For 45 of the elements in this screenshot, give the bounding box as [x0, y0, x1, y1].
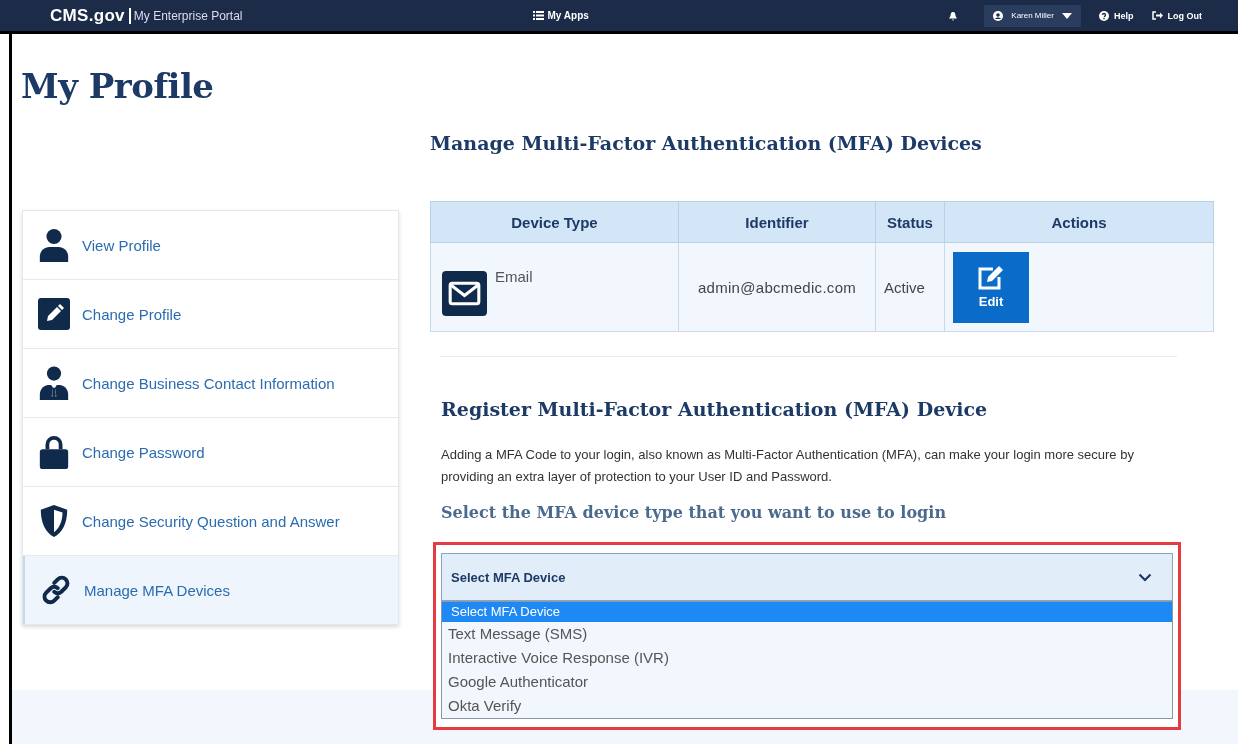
help-icon — [1099, 10, 1109, 21]
dropdown-option[interactable]: Google Authenticator — [442, 670, 1172, 694]
table-cell: Active — [875, 242, 945, 332]
businessperson-icon — [38, 366, 70, 400]
help-link[interactable]: Help — [1099, 10, 1134, 21]
envelope-icon — [442, 270, 487, 316]
chevron-icon — [1138, 572, 1152, 582]
dropdown-option[interactable]: Okta Verify — [442, 694, 1172, 718]
user-menu-button[interactable]: Karen Miller — [984, 4, 1081, 27]
device-type: Email — [495, 267, 533, 285]
logo[interactable]: CMS.gov — [50, 7, 131, 24]
table-cell: admin@abcmedic.com — [678, 242, 876, 332]
description-text: Adding a MFA Code to your login, also known as Multi-Factor Authentication (MFA), can make your login more secure by providing an extra layer of protection to your User ID and Password. — [441, 446, 1135, 486]
dropdown-option[interactable]: Interactive Voice Response (IVR) — [442, 646, 1172, 670]
my-apps-link[interactable]: My Apps — [532, 10, 589, 21]
logout-link[interactable]: Log Out — [1151, 10, 1202, 21]
sidebar-item[interactable]: Manage MFA Devices — [23, 556, 398, 624]
logout-icon — [1151, 11, 1163, 20]
sidebar-item[interactable]: View Profile — [23, 211, 398, 280]
sidebar-item[interactable]: Change Password — [23, 418, 398, 487]
section-heading: Register Multi-Factor Authentication (MFA) Device — [441, 398, 989, 420]
edit-icon — [977, 265, 1005, 291]
sidebar-item[interactable]: Change Business Contact Information — [23, 349, 398, 418]
bell-icon[interactable] — [948, 10, 959, 21]
prompt-text: Select the MFA device type that you want to use to login — [441, 503, 947, 522]
shield-icon — [38, 504, 70, 538]
link-icon — [40, 573, 72, 607]
dropdown-option[interactable]: Select MFA Device — [442, 602, 1172, 622]
sidebar-item[interactable]: Change Profile — [23, 280, 398, 349]
portal-name: My Enterprise Portal — [133, 8, 243, 23]
section-heading: Manage Multi-Factor Authentication (MFA) Devices — [430, 132, 983, 154]
person-icon — [38, 228, 70, 262]
column-header: Status — [875, 201, 945, 243]
column-header: Actions — [944, 201, 1214, 243]
mfa-device-select[interactable]: Select MFA Device — [441, 553, 1173, 601]
column-header: Device Type — [430, 201, 679, 243]
column-header: Identifier — [678, 201, 876, 243]
lock-icon — [38, 435, 70, 469]
list-icon — [532, 11, 544, 20]
pencil-icon — [38, 297, 70, 331]
caret-icon — [1062, 12, 1072, 19]
page-title: My Profile — [21, 66, 214, 106]
user-icon — [993, 10, 1004, 21]
edit-button[interactable]: Edit — [953, 251, 1029, 323]
dropdown-option[interactable]: Text Message (SMS) — [442, 622, 1172, 646]
